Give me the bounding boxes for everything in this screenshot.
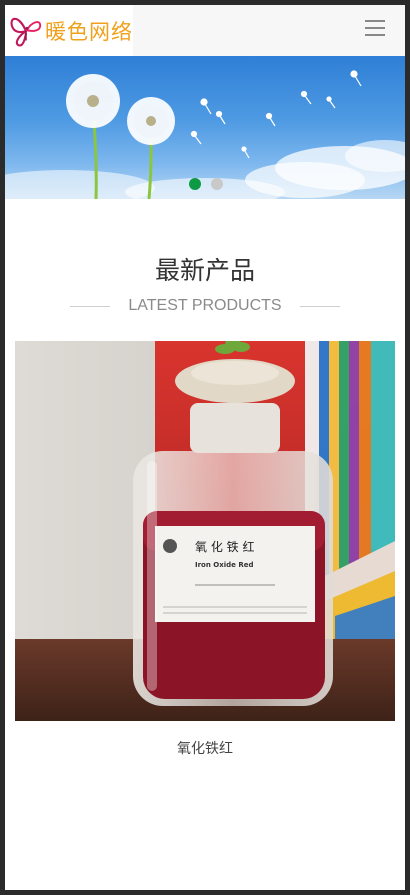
divider-left — [70, 305, 111, 307]
carousel-dot-1[interactable] — [189, 178, 201, 190]
site-logo[interactable]: 暖色网络 — [5, 5, 133, 56]
section-subtitle: LATEST PRODUCTS — [5, 297, 405, 315]
butterfly-logo-icon — [10, 17, 42, 46]
hamburger-menu-icon[interactable] — [365, 20, 385, 38]
carousel-dot-2[interactable] — [211, 178, 223, 190]
divider-right — [299, 305, 340, 307]
page-frame: 暖色网络 最新产品 LATEST PRODUCTS 氧 化 铁 红 Iron O… — [5, 5, 405, 890]
product-card[interactable]: 氧 化 铁 红 Iron Oxide Red — [15, 341, 395, 721]
logo-text: 暖色网络 — [45, 19, 133, 44]
hero-banner[interactable] — [5, 56, 405, 199]
carousel-dots — [189, 178, 223, 190]
product-name[interactable]: 氧化铁红 — [5, 738, 405, 758]
site-header: 暖色网络 — [5, 5, 405, 56]
section-title: 最新产品 — [154, 256, 255, 285]
product-label-title: 氧 化 铁 红 — [195, 539, 254, 554]
product-image: 氧 化 铁 红 Iron Oxide Red — [15, 341, 395, 721]
product-label-subtitle: Iron Oxide Red — [195, 561, 254, 569]
section-subtitle-text: LATEST PRODUCTS — [128, 297, 282, 314]
